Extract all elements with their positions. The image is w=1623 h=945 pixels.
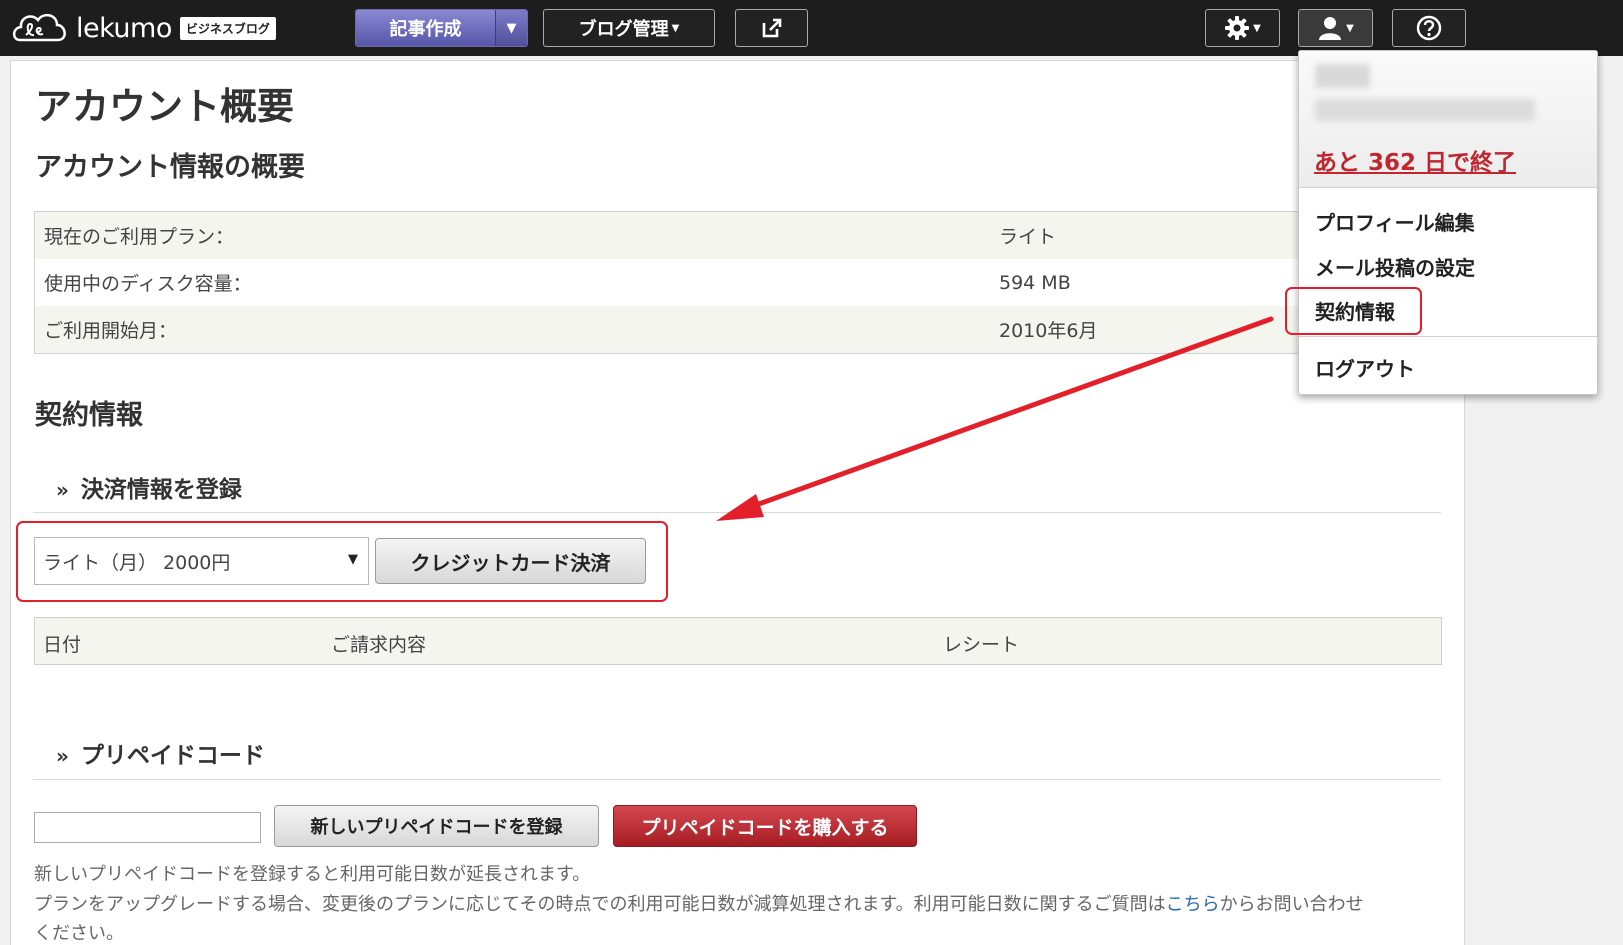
double-chevron-icon: » [56, 478, 69, 502]
user-menu-button[interactable]: ▼ [1298, 9, 1373, 47]
menu-divider [1299, 336, 1597, 337]
new-post-button-group: 記事作成 ▼ [355, 9, 528, 47]
contract-info-highlight-box [1285, 287, 1422, 335]
prepaid-code-subheading-label: プリペイドコード [80, 743, 265, 769]
new-post-dropdown-button[interactable]: ▼ [495, 10, 527, 46]
user-dropdown-menu: あと 362 日で終了 プロフィール編集 メール投稿の設定 契約情報 ログアウト [1298, 50, 1598, 395]
disk-usage-label: 使用中のディスク容量： [44, 273, 252, 295]
plan-label: 現在のご利用プラン： [44, 226, 235, 248]
upgrade-note: プランをアップグレードする場合、変更後のプランに応じてその時点での利用可能日数が… [34, 890, 1364, 916]
top-navigation-bar: lekumo ビジネスブログ 記事作成 ▼ ブログ管理 ▼ ▼ ▼ [0, 0, 1623, 56]
lekumo-logo[interactable]: lekumo ビジネスブログ [10, 6, 276, 50]
table-row: 現在のご利用プラン： ライト [35, 212, 1443, 259]
payment-controls-highlight-box [16, 521, 668, 602]
billing-history-header: 日付 ご請求内容 レシート [34, 617, 1442, 665]
caret-down-icon: ▼ [1346, 22, 1354, 34]
receipt-column-header: レシート [943, 634, 1020, 656]
external-link-icon [762, 18, 781, 38]
divider [33, 512, 1441, 513]
upgrade-note-text: プランをアップグレードする場合、変更後のプランに応じてその時点での利用可能日数が… [34, 894, 1166, 915]
upgrade-note-tail: からお問い合わせ [1219, 894, 1364, 915]
register-prepaid-code-button[interactable]: 新しいプリペイドコードを登録 [274, 805, 599, 847]
cloud-logo-icon [12, 13, 66, 42]
caret-down-icon: ▼ [1253, 22, 1261, 34]
payment-info-subheading-label: 決済情報を登録 [80, 477, 242, 503]
table-row: 使用中のディスク容量： 594 MB [35, 259, 1443, 306]
logo-badge: ビジネスブログ [179, 16, 276, 40]
table-row: ご利用開始月： 2010年6月 [35, 306, 1443, 353]
subscription-expiry-link[interactable]: あと 362 日で終了 [1314, 143, 1516, 177]
billing-details-column-header: ご請求内容 [331, 634, 427, 656]
double-chevron-icon: » [56, 744, 69, 768]
page-title: アカウント概要 [35, 85, 294, 128]
blurred-user-name [1315, 64, 1370, 88]
prepaid-code-subheading: » プリペイドコード [56, 736, 265, 770]
date-column-header: 日付 [43, 634, 82, 656]
start-month-label: ご利用開始月： [44, 320, 178, 342]
menu-item-logout[interactable]: ログアウト [1315, 353, 1415, 382]
view-blog-button[interactable] [735, 9, 808, 47]
blog-manage-label: ブログ管理 [578, 19, 669, 40]
caret-down-icon: ▼ [506, 20, 517, 36]
prepaid-code-input[interactable] [34, 812, 261, 843]
settings-button[interactable]: ▼ [1205, 9, 1280, 47]
blog-manage-button[interactable]: ブログ管理 ▼ [543, 9, 715, 47]
divider [33, 779, 1441, 780]
new-post-button[interactable]: 記事作成 [356, 10, 495, 46]
payment-info-subheading: » 決済情報を登録 [56, 470, 242, 504]
contract-info-heading: 契約情報 [35, 400, 143, 431]
help-button[interactable] [1392, 9, 1466, 47]
menu-item-edit-profile[interactable]: プロフィール編集 [1315, 207, 1475, 236]
menu-item-email-post-settings[interactable]: メール投稿の設定 [1315, 252, 1475, 281]
contact-link[interactable]: こちら [1166, 894, 1220, 915]
user-icon [1319, 17, 1342, 40]
gear-icon [1225, 16, 1250, 40]
caret-down-icon: ▼ [671, 22, 680, 34]
user-info-section: あと 362 日で終了 [1299, 51, 1597, 188]
account-overview-table: 現在のご利用プラン： ライト 使用中のディスク容量： 594 MB ご利用開始月… [34, 211, 1444, 354]
logo-text: lekumo [76, 12, 172, 44]
blurred-user-email [1315, 99, 1535, 121]
account-overview-heading: アカウント情報の概要 [35, 152, 305, 183]
buy-prepaid-code-button[interactable]: プリペイドコードを購入する [613, 805, 917, 847]
upgrade-note-continued: ください。 [34, 923, 124, 944]
help-icon [1416, 15, 1442, 41]
prepaid-note: 新しいプリペイドコードを登録すると利用可能日数が延長されます。 [34, 864, 591, 885]
